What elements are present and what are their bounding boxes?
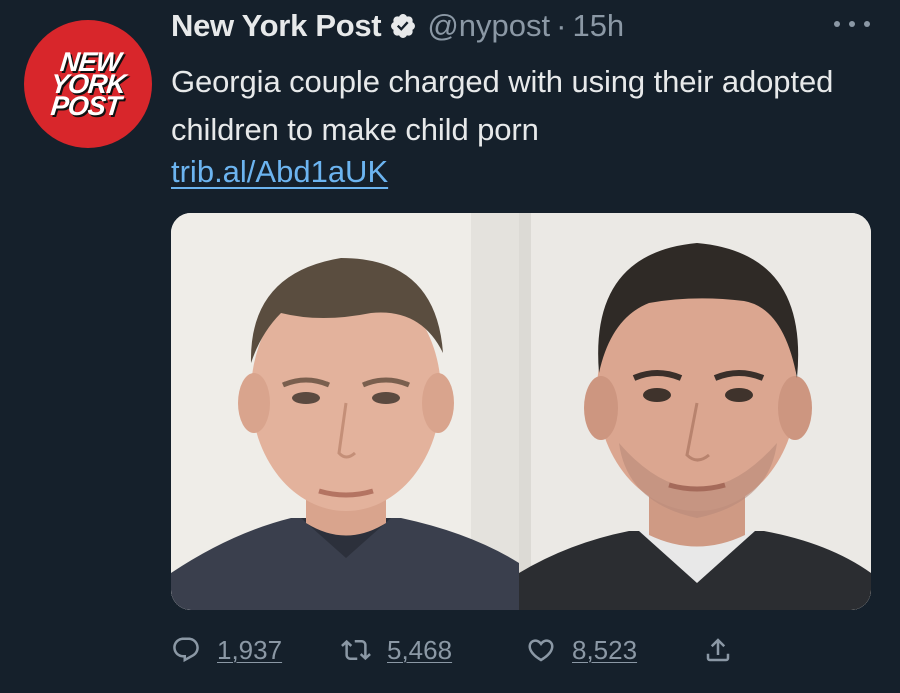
person-photo-icon <box>519 213 871 610</box>
tweet-text: Georgia couple charged with using their … <box>171 64 834 147</box>
tweet: NEW YORK POST New York Post @nypost · 15… <box>0 0 900 693</box>
tweet-media[interactable] <box>171 213 871 610</box>
share-icon <box>706 638 730 662</box>
more-options-icon[interactable] <box>834 14 870 34</box>
avatar-logo-text: NEW YORK POST <box>48 47 129 121</box>
media-photo-1[interactable] <box>171 213 519 610</box>
like-count: 8,523 <box>572 634 638 665</box>
author-display-name[interactable]: New York Post <box>171 8 382 44</box>
retweet-button[interactable]: 5,468 <box>341 628 452 672</box>
avatar-line-3: POST <box>49 91 123 121</box>
retweet-icon <box>341 639 371 661</box>
retweet-count: 5,468 <box>387 634 453 665</box>
media-photo-2[interactable] <box>519 213 871 610</box>
tweet-timestamp[interactable]: 15h <box>572 8 624 44</box>
avatar[interactable]: NEW YORK POST <box>24 20 152 148</box>
author-handle[interactable]: @nypost <box>427 8 550 44</box>
tweet-header: New York Post @nypost · 15h <box>171 6 624 46</box>
share-button[interactable] <box>703 628 733 672</box>
like-button[interactable]: 8,523 <box>526 628 637 672</box>
heart-icon <box>528 639 554 662</box>
verified-badge-icon <box>389 12 417 40</box>
tweet-link[interactable]: trib.al/Abd1aUK <box>171 150 388 194</box>
person-photo-icon <box>171 213 519 610</box>
reply-button[interactable]: 1,937 <box>171 628 282 672</box>
reply-count: 1,937 <box>217 634 283 665</box>
tweet-actions: 1,937 5,468 8,523 <box>171 628 871 672</box>
header-separator: · <box>556 8 567 43</box>
reply-icon <box>173 637 199 663</box>
